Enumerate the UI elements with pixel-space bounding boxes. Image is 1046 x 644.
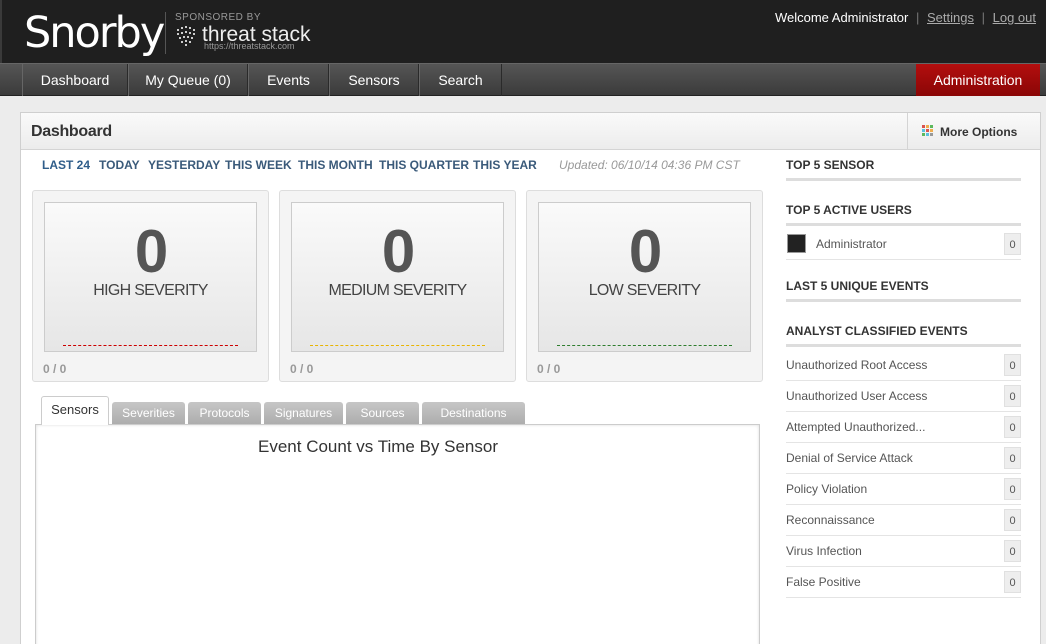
severity-inner: 0 HIGH SEVERITY [44,202,257,352]
classification-count: 0 [1004,385,1021,407]
timeframe-this-week[interactable]: THIS WEEK [225,158,292,172]
unique-events-heading: LAST 5 UNIQUE EVENTS [786,279,1021,302]
tab-signatures[interactable]: Signatures [264,402,343,424]
timeframe-last-24[interactable]: LAST 24 [42,158,90,172]
sponsor-label: SPONSORED BY [175,12,262,23]
classification-label: Unauthorized User Access [786,389,928,403]
classification-count: 0 [1004,416,1021,438]
nav-search[interactable]: Search [419,64,502,96]
timeframe-today[interactable]: TODAY [99,158,140,172]
separator: | [981,10,985,25]
high-severity-card[interactable]: 0 HIGH SEVERITY 0 / 0 [32,190,269,382]
top-sensor-heading: TOP 5 SENSOR [786,158,1021,181]
more-options-label: More Options [940,125,1018,139]
chart-title: Event Count vs Time By Sensor [258,437,498,456]
tab-sensors[interactable]: Sensors [41,396,109,425]
classification-count: 0 [1004,571,1021,593]
classification-row[interactable]: False Positive 0 [786,567,1021,598]
classification-count: 0 [1004,478,1021,500]
classification-row[interactable]: Virus Infection 0 [786,536,1021,567]
nav-dashboard[interactable]: Dashboard [22,64,128,96]
tab-protocols[interactable]: Protocols [188,402,261,424]
logout-link[interactable]: Log out [993,10,1036,25]
medium-severity-card[interactable]: 0 MEDIUM SEVERITY 0 / 0 [279,190,516,382]
sponsor-url: https://threatstack.com [204,41,295,51]
more-options-button[interactable]: More Options [907,113,1028,150]
chart-area: Event Count vs Time By Sensor [35,424,760,644]
tab-sources[interactable]: Sources [346,402,419,424]
updated-timestamp: Updated: 06/10/14 04:36 PM CST [559,158,740,172]
severity-ratio: 0 / 0 [537,362,561,376]
classification-count: 0 [1004,354,1021,376]
user-bar: Welcome Administrator | Settings | Log o… [775,10,1036,25]
classification-row[interactable]: Denial of Service Attack 0 [786,443,1021,474]
threatstack-logo-icon [177,26,195,46]
settings-link[interactable]: Settings [927,10,974,25]
severity-indicator-line [63,345,238,346]
classification-row[interactable]: Unauthorized Root Access 0 [786,350,1021,381]
classification-row[interactable]: Reconnaissance 0 [786,505,1021,536]
classification-label: False Positive [786,575,861,589]
classified-events-heading: ANALYST CLASSIFIED EVENTS [786,324,1021,347]
severity-count: 0 [381,218,415,285]
logo-divider [165,12,166,54]
classification-row[interactable]: Unauthorized User Access 0 [786,381,1021,412]
tab-destinations[interactable]: Destinations [422,402,525,424]
classification-row[interactable]: Policy Violation 0 [786,474,1021,505]
classification-label: Policy Violation [786,482,868,496]
timeframe-this-month[interactable]: THIS MONTH [298,158,373,172]
separator: | [915,10,920,25]
timeframe-this-year[interactable]: THIS YEAR [473,158,537,172]
classification-label: Reconnaissance [786,513,875,527]
classification-label: Unauthorized Root Access [786,358,928,372]
severity-label: HIGH SEVERITY [93,282,208,299]
grid-icon [922,125,933,136]
low-severity-card[interactable]: 0 LOW SEVERITY 0 / 0 [526,190,763,382]
tab-severities[interactable]: Severities [112,402,185,424]
nav-my-queue[interactable]: My Queue (0) [128,64,248,96]
nav-events[interactable]: Events [248,64,329,96]
timeframe-this-quarter[interactable]: THIS QUARTER [379,158,469,172]
nav-administration[interactable]: Administration [916,64,1040,96]
classification-count: 0 [1004,447,1021,469]
welcome-text: Welcome Administrator [774,10,909,25]
classification-count: 0 [1004,540,1021,562]
severity-inner: 0 LOW SEVERITY [538,202,751,352]
panel-header: Dashboard More Options [21,113,1040,150]
classification-label: Denial of Service Attack [786,451,913,465]
user-name: Administrator [816,237,887,251]
severity-ratio: 0 / 0 [43,362,67,376]
severity-ratio: 0 / 0 [290,362,314,376]
app-header: Snorby SPONSORED BY threat stack https:/… [0,0,1046,63]
snorby-logo[interactable]: Snorby [24,8,165,58]
classification-label: Virus Infection [786,544,862,558]
user-count: 0 [1004,233,1021,255]
timeframe-yesterday[interactable]: YESTERDAY [148,158,220,172]
main-nav: Dashboard My Queue (0) Events Sensors Se… [0,63,1046,96]
severity-indicator-line [557,345,732,346]
severity-label: LOW SEVERITY [588,282,701,299]
classification-row[interactable]: Attempted Unauthorized... 0 [786,412,1021,443]
avatar [787,234,806,253]
nav-sensors[interactable]: Sensors [329,64,419,96]
user-row[interactable]: Administrator 0 [786,229,1021,260]
severity-indicator-line [310,345,485,346]
top-users-heading: TOP 5 ACTIVE USERS [786,203,1021,226]
classification-label: Attempted Unauthorized... [786,420,926,434]
dashboard-panel: Dashboard More Options LAST 24 TODAY YES… [20,112,1041,644]
severity-label: MEDIUM SEVERITY [328,282,468,299]
page-title: Dashboard [31,123,112,140]
severity-inner: 0 MEDIUM SEVERITY [291,202,504,352]
classification-count: 0 [1004,509,1021,531]
severity-count: 0 [628,218,662,285]
severity-count: 0 [134,218,168,285]
